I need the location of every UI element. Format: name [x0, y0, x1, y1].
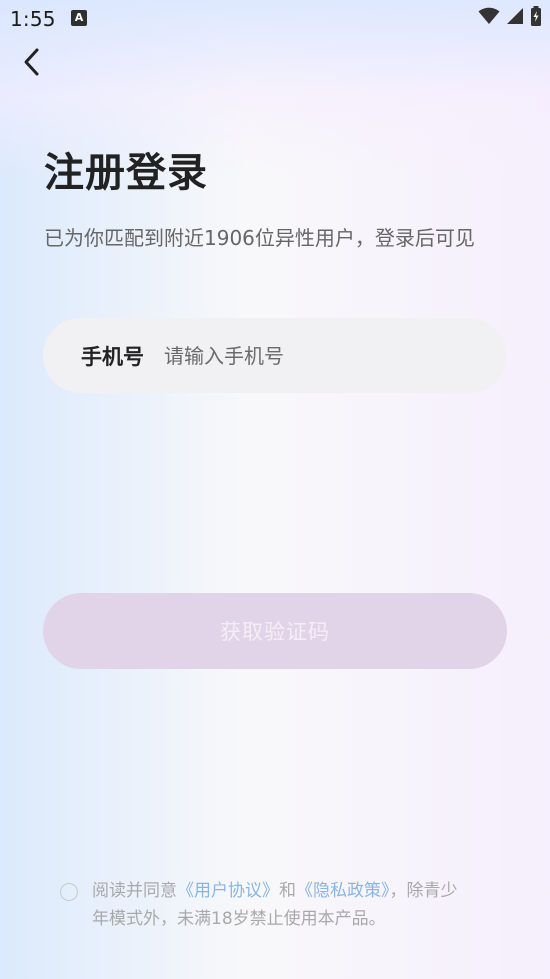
phone-input[interactable] [162, 342, 456, 369]
privacy-policy-link[interactable]: 《隐私政策》 [296, 881, 390, 901]
login-screen: 1:55 A 注册登录 已为你匹配到附近1906位异性用户，登录后可见 手机号 … [0, 0, 550, 979]
phone-label: 手机号 [81, 344, 144, 369]
agreement-prefix: 阅读并同意 [92, 881, 177, 901]
signal-icon [506, 7, 524, 29]
page-title: 注册登录 [44, 150, 208, 196]
page-subtitle: 已为你匹配到附近1906位异性用户，登录后可见 [44, 226, 475, 250]
status-time: 1:55 [10, 7, 56, 31]
agree-checkbox[interactable] [60, 883, 78, 901]
back-button[interactable] [12, 44, 52, 84]
status-bar: 1:55 A [0, 0, 550, 38]
get-code-button[interactable]: 获取验证码 [43, 593, 507, 669]
user-agreement-link[interactable]: 《用户协议》 [177, 881, 279, 901]
agreement-text: 阅读并同意《用户协议》和《隐私政策》，除青少年模式外，未满18岁禁止使用本产品。 [92, 877, 472, 933]
battery-charging-icon [530, 6, 542, 30]
notification-a-icon: A [71, 10, 87, 26]
agreement: 阅读并同意《用户协议》和《隐私政策》，除青少年模式外，未满18岁禁止使用本产品。 [60, 877, 480, 933]
status-icons [478, 6, 542, 30]
chevron-left-icon [21, 47, 43, 81]
phone-field[interactable]: 手机号 [43, 318, 507, 393]
wifi-icon [478, 7, 500, 29]
agreement-conjunction: 和 [279, 881, 296, 901]
